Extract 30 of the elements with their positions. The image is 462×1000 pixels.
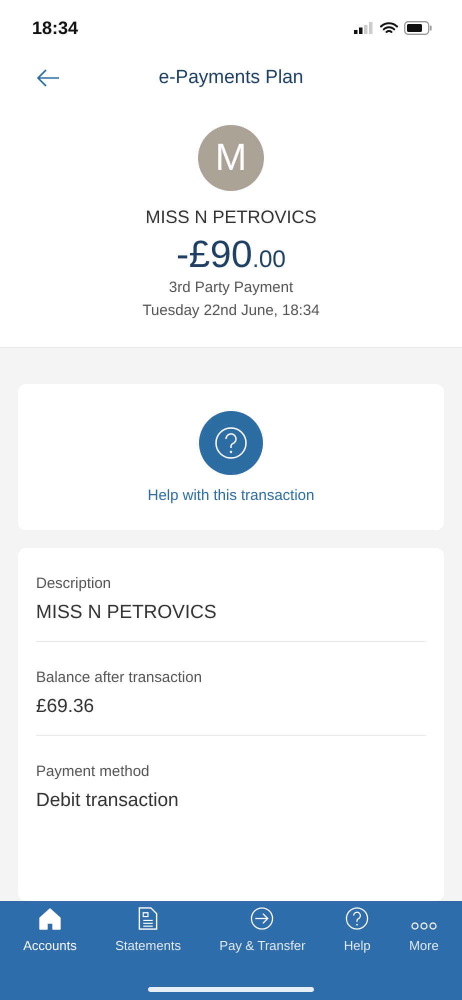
amount-pence: .00	[252, 246, 286, 274]
back-arrow-icon[interactable]	[36, 69, 60, 87]
status-time: 18:34	[32, 18, 78, 38]
battery-icon	[404, 21, 432, 35]
detail-value: Debit transaction	[36, 790, 180, 812]
screen-title: e-Payments Plan	[158, 67, 304, 89]
detail-label: Payment method	[36, 763, 150, 780]
home-icon	[38, 908, 61, 930]
signal-icon	[354, 22, 374, 34]
help-icon	[345, 907, 370, 930]
amount: -£90	[176, 234, 252, 277]
tab[interactable]: Statements	[113, 907, 183, 953]
tab[interactable]: Pay & Transfer	[217, 907, 308, 953]
tab[interactable]: Accounts	[21, 907, 79, 953]
detail-label: Description	[36, 575, 112, 592]
payee-name: MISS N PETROVICS	[145, 207, 317, 228]
detail-value: £69.36	[36, 696, 96, 718]
help-icon[interactable]	[199, 411, 263, 475]
tab[interactable]: Help	[342, 907, 373, 953]
arrow-circle-icon	[250, 907, 274, 930]
detail-label: Balance after transaction	[36, 669, 203, 686]
help-link[interactable]: Help with this transaction	[148, 487, 314, 504]
payment-date: Tuesday 22nd June, 18:34	[142, 302, 320, 319]
payment-type: 3rd Party Payment	[168, 279, 294, 296]
avatar: M	[198, 125, 264, 191]
tab[interactable]: More	[407, 907, 441, 953]
more-icon	[410, 922, 437, 930]
detail-value: MISS N PETROVICS	[36, 602, 218, 624]
wifi-icon	[380, 22, 398, 34]
document-icon	[138, 907, 158, 930]
